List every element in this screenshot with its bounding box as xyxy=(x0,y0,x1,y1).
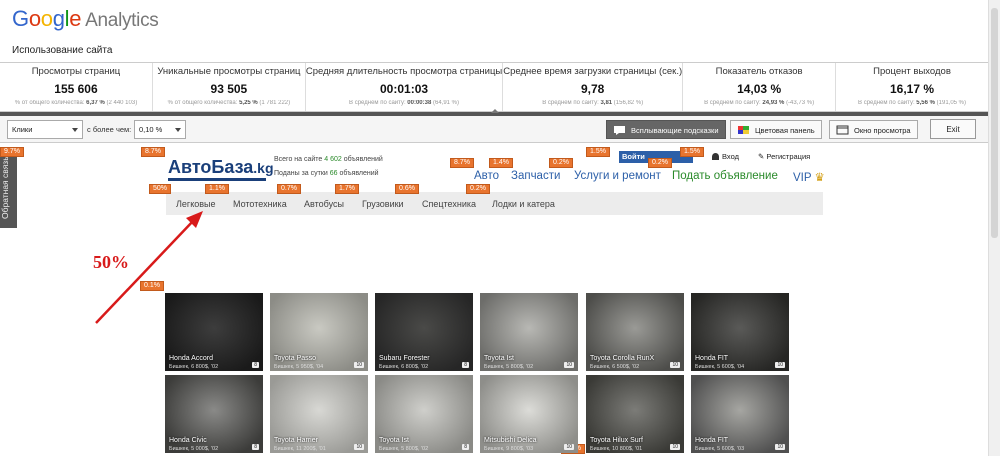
car-name: Toyota Ist xyxy=(379,437,409,444)
car-name: Mitsubishi Delica xyxy=(484,437,537,444)
car-name: Toyota Hilux Surf xyxy=(590,437,643,444)
photo-count-badge: 10 xyxy=(354,362,364,368)
car-listing-card[interactable]: Toyota Hilux Surf Бишкек, 10 800$, '01 10 xyxy=(586,375,684,453)
photo-count-badge: 8 xyxy=(462,444,469,450)
car-listing-card[interactable]: Honda FIT Бишкек, 5 600$, '03 10 xyxy=(691,375,789,453)
car-price: Бишкек, 5 800$, '02 xyxy=(379,446,429,452)
photo-count-badge: 10 xyxy=(775,362,785,368)
photo-count-badge: 8 xyxy=(462,362,469,368)
car-listing-card[interactable]: Toyota Harrier Бишкек, 11 200$, '01 10 xyxy=(270,375,368,453)
car-price: Бишкек, 10 800$, '01 xyxy=(590,446,643,452)
car-price: Бишкек, 5 600$, '03 xyxy=(695,446,745,452)
car-price: Бишкек, 6 800$, '02 xyxy=(379,364,429,370)
car-listing-card[interactable]: Toyota Passo Бишкек, 5 950$, '04 10 xyxy=(270,293,368,371)
car-name: Toyota Passo xyxy=(274,355,317,362)
car-listing-card[interactable]: Honda FIT Бишкек, 5 600$, '04 10 xyxy=(691,293,789,371)
car-listing-card[interactable]: Subaru Forester Бишкек, 6 800$, '02 8 xyxy=(375,293,473,371)
photo-count-badge: 10 xyxy=(564,362,574,368)
car-name: Honda FIT xyxy=(695,437,729,444)
car-name: Toyota Ist xyxy=(484,355,514,362)
car-listing-card[interactable]: Toyota Ist Бишкек, 5 800$, '02 10 xyxy=(480,293,578,371)
photo-count-badge: 10 xyxy=(670,362,680,368)
photo-count-badge: 8 xyxy=(252,362,259,368)
car-name: Toyota Corolla RunX xyxy=(590,355,655,362)
car-price: Бишкек, 5 800$, '02 xyxy=(484,364,534,370)
car-listing-card[interactable]: Honda Civic Бишкек, 5 000$, '02 8 xyxy=(165,375,263,453)
car-price: Бишкек, 5 950$, '04 xyxy=(274,364,324,370)
car-name: Honda Civic xyxy=(169,437,207,444)
car-listing-card[interactable]: Toyota Corolla RunX Бишкек, 6 500$, '02 10 xyxy=(586,293,684,371)
car-price: Бишкек, 11 200$, '01 xyxy=(274,446,326,452)
car-name: Toyota Harrier xyxy=(274,437,318,444)
photo-count-badge: 10 xyxy=(354,444,364,450)
car-listing-card[interactable]: Honda Accord Бишкек, 6 800$, '02 8 xyxy=(165,293,263,371)
car-name: Honda Accord xyxy=(169,355,213,362)
photo-count-badge: 8 xyxy=(252,444,259,450)
car-name: Subaru Forester xyxy=(379,355,430,362)
car-listing-card[interactable]: Toyota Ist Бишкек, 5 800$, '02 8 xyxy=(375,375,473,453)
photo-count-badge: 10 xyxy=(670,444,680,450)
car-price: Бишкек, 5 600$, '04 xyxy=(695,364,745,370)
photo-count-badge: 10 xyxy=(775,444,785,450)
car-price: Бишкек, 6 500$, '02 xyxy=(590,364,640,370)
car-price: Бишкек, 5 000$, '02 xyxy=(169,446,219,452)
car-listing-card[interactable]: Mitsubishi Delica Бишкек, 9 800$, '03 10 xyxy=(480,375,578,453)
car-price: Бишкек, 6 800$, '02 xyxy=(169,364,219,370)
car-name: Honda FIT xyxy=(695,355,729,362)
car-price: Бишкек, 9 800$, '03 xyxy=(484,446,534,452)
photo-count-badge: 10 xyxy=(564,444,574,450)
